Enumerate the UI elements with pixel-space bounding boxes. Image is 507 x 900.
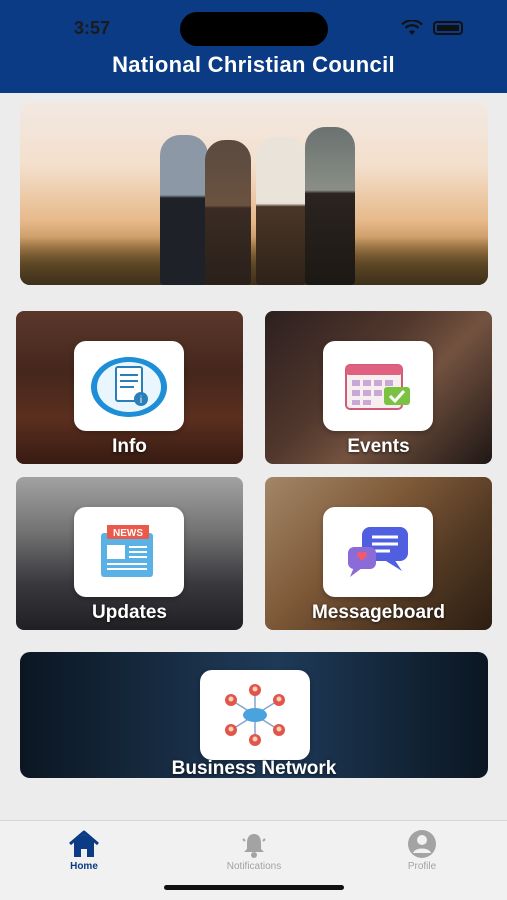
- messageboard-label: Messageboard: [311, 602, 446, 623]
- hillside: [20, 237, 488, 285]
- hero-banner-image: [20, 102, 488, 285]
- messageboard-tile[interactable]: Messageboard: [265, 477, 492, 630]
- tab-profile-label: Profile: [407, 861, 437, 872]
- dynamic-island: [180, 12, 328, 46]
- events-tile[interactable]: Events: [265, 311, 492, 464]
- info-label: Info: [112, 436, 147, 457]
- home-icon: [69, 830, 99, 857]
- battery-icon: [433, 21, 463, 35]
- status-icons: [401, 20, 463, 36]
- svg-text:i: i: [140, 395, 142, 406]
- tab-notifications-label: Notifications: [226, 861, 282, 872]
- page-title: National Christian Council: [112, 52, 395, 77]
- tab-home-label: Home: [70, 861, 98, 872]
- events-icon-box: [323, 341, 433, 431]
- status-time: 3:57: [74, 18, 111, 38]
- bell-icon: [242, 834, 266, 858]
- info-icon-box: i: [74, 341, 184, 431]
- home-indicator: [164, 885, 344, 890]
- events-label: Events: [347, 436, 410, 457]
- person-silhouette: [205, 140, 251, 285]
- app-header: 3:57 National Christian Council: [0, 0, 507, 93]
- chat-bubbles-icon: [348, 527, 408, 577]
- info-document-icon: i: [91, 357, 167, 417]
- user-icon: [408, 830, 436, 858]
- person-silhouette: [305, 127, 355, 285]
- person-silhouette: [256, 137, 306, 285]
- tab-home[interactable]: Home: [29, 827, 139, 872]
- updates-label: Updates: [92, 602, 167, 623]
- updates-tile[interactable]: NEWS Updates: [16, 477, 243, 630]
- person-silhouette: [160, 135, 208, 285]
- business-network-icon-box: [200, 670, 310, 760]
- calendar-icon: [345, 364, 410, 410]
- news-icon: NEWS: [101, 525, 153, 577]
- updates-icon-box: NEWS: [74, 507, 184, 597]
- tab-notifications[interactable]: Notifications: [199, 827, 309, 872]
- messageboard-icon-box: [323, 507, 433, 597]
- business-network-banner[interactable]: Business Network: [20, 652, 488, 778]
- network-icon: [225, 684, 285, 746]
- wifi-icon: [401, 20, 423, 35]
- info-tile[interactable]: i Info: [16, 311, 243, 464]
- business-network-label: Business Network: [171, 758, 337, 778]
- svg-text:NEWS: NEWS: [113, 528, 143, 539]
- tab-profile[interactable]: Profile: [367, 827, 477, 872]
